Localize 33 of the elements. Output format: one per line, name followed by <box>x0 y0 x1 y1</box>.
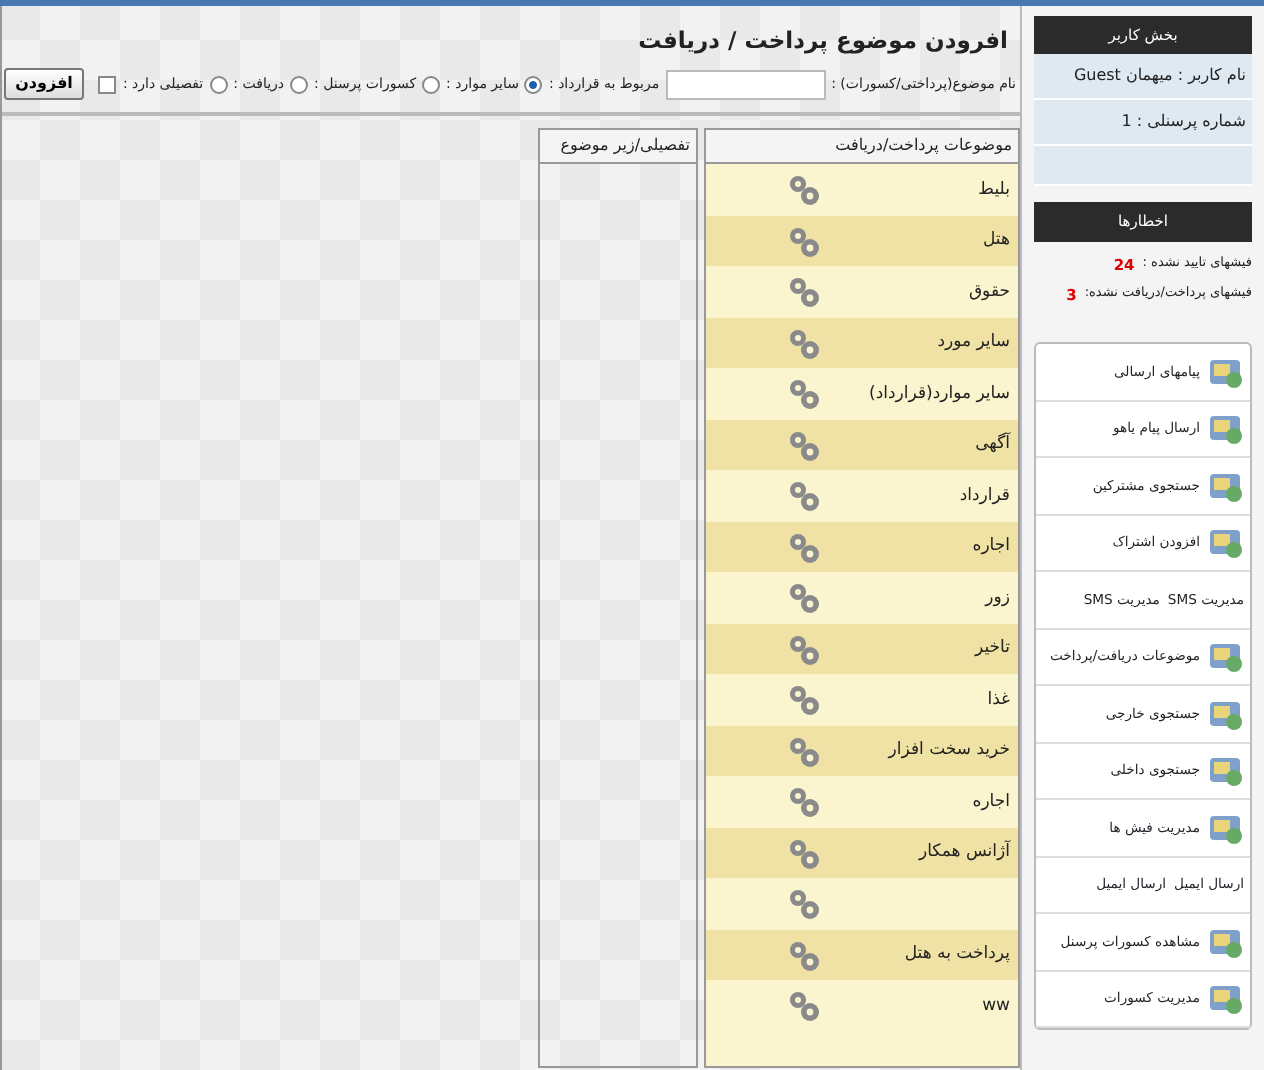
table-cell: پرداخت به هتل <box>904 942 1010 968</box>
table-cell: بلیط <box>978 177 1010 203</box>
radio-button[interactable] <box>422 75 441 94</box>
app-icon <box>1208 410 1244 447</box>
radio-button[interactable] <box>524 75 543 94</box>
checkbox[interactable] <box>98 75 117 94</box>
column-header: تفصیلی/زیر موضوع <box>540 130 696 165</box>
column-header: موضوعات پرداخت/دریافت <box>706 130 1018 165</box>
table-cell: اجاره <box>972 534 1010 560</box>
table-cell: اجاره <box>972 789 1010 815</box>
app-icon <box>1208 980 1244 1017</box>
table-cell: حقوق <box>968 279 1010 305</box>
user-name: نام کاربر : میهمان Guest <box>1034 54 1252 101</box>
table-cell: سایر مورد <box>937 330 1010 356</box>
page-title: افرودن موضوع پرداخت / دریافت <box>636 24 1010 58</box>
table-cell: سایر موارد(قرارداد) <box>869 381 1010 407</box>
app-icon <box>1208 752 1244 789</box>
app-icon <box>1208 638 1244 675</box>
app-icon <box>1208 524 1244 561</box>
name-input-field[interactable] <box>665 69 826 100</box>
table-cell: خرید سخت افزار <box>888 738 1010 764</box>
add-button[interactable]: افزودن <box>3 68 85 101</box>
table-cell: آژانس همکار <box>918 840 1010 866</box>
radio-button[interactable] <box>209 75 228 94</box>
radio-button[interactable] <box>290 75 309 94</box>
personnel-number: شماره پرسنلی : 1 <box>1034 100 1252 147</box>
table-cell: غذا <box>987 687 1010 713</box>
table-cell: قرارداد <box>959 483 1010 509</box>
table-cell: تاخیر <box>975 636 1010 662</box>
table-cell: هتل <box>983 228 1010 254</box>
table-cell: زور <box>985 585 1010 611</box>
table-cell: آگهی <box>975 432 1010 458</box>
table-cell: ww <box>982 993 1010 1019</box>
